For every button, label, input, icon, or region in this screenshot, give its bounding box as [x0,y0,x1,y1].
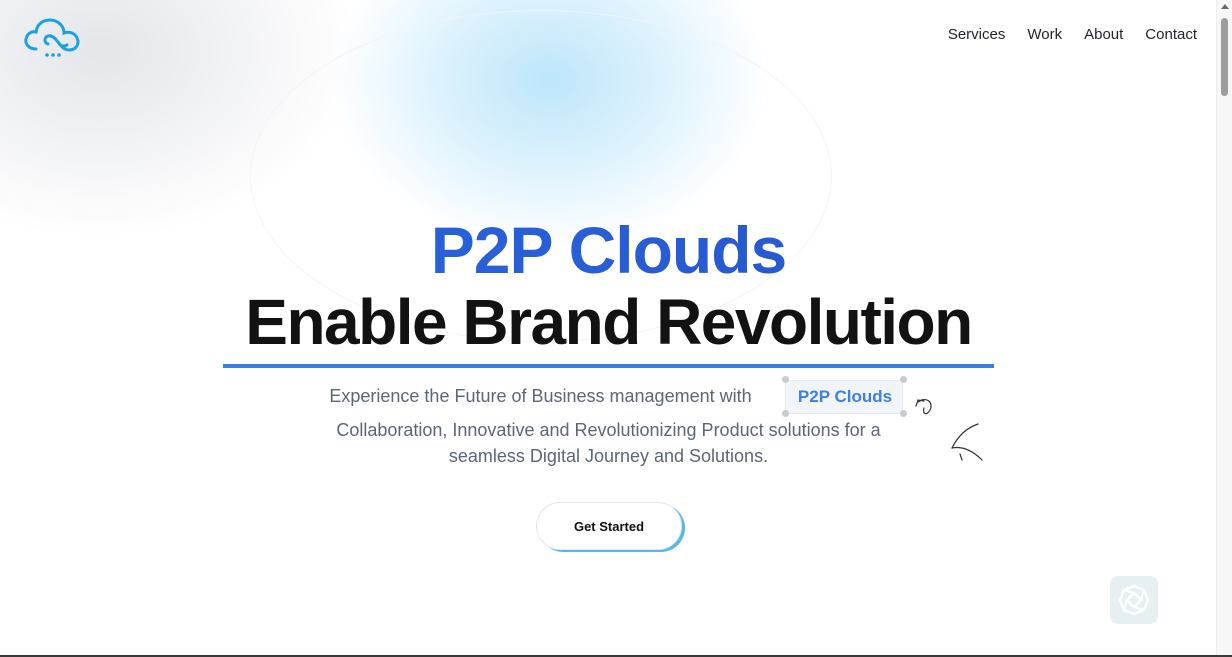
hero-title-tagline: Enable Brand Revolution [245,286,973,358]
nav-link-about[interactable]: About [1084,26,1123,43]
selection-handle [900,376,907,383]
scrollbar-thumb[interactable] [1221,18,1228,96]
hero-underline [223,364,994,368]
get-started-button[interactable]: Get Started [536,502,682,550]
page: Services Work About Contact P2P Clouds E… [0,0,1232,657]
main-nav: Services Work About Contact [948,26,1197,43]
hero-subtitle-line-2: Collaboration, Innovative and Revolution… [336,420,881,440]
cloud-logo-icon[interactable] [22,14,84,60]
highlight-chip-text: P2P Clouds [797,387,893,406]
hero-title-brand: P2P Clouds [0,212,1217,288]
nav-link-contact[interactable]: Contact [1145,26,1197,43]
chat-widget-button[interactable] [1110,576,1158,624]
selection-handle [900,410,907,417]
selection-handle [782,410,789,417]
hero-subtitle-line-1: Experience the Future of Business manage… [329,386,752,406]
hero-subtitle-line-3: seamless Digital Journey and Solutions. [448,446,769,466]
selection-handle [782,376,789,383]
scroll-up-arrow-icon[interactable] [1221,4,1229,9]
chat-widget-icon [1118,584,1150,616]
vertical-scrollbar[interactable] [1216,0,1232,657]
highlight-chip: P2P Clouds [785,380,903,414]
nav-link-work[interactable]: Work [1027,26,1062,43]
nav-link-services[interactable]: Services [948,26,1006,43]
